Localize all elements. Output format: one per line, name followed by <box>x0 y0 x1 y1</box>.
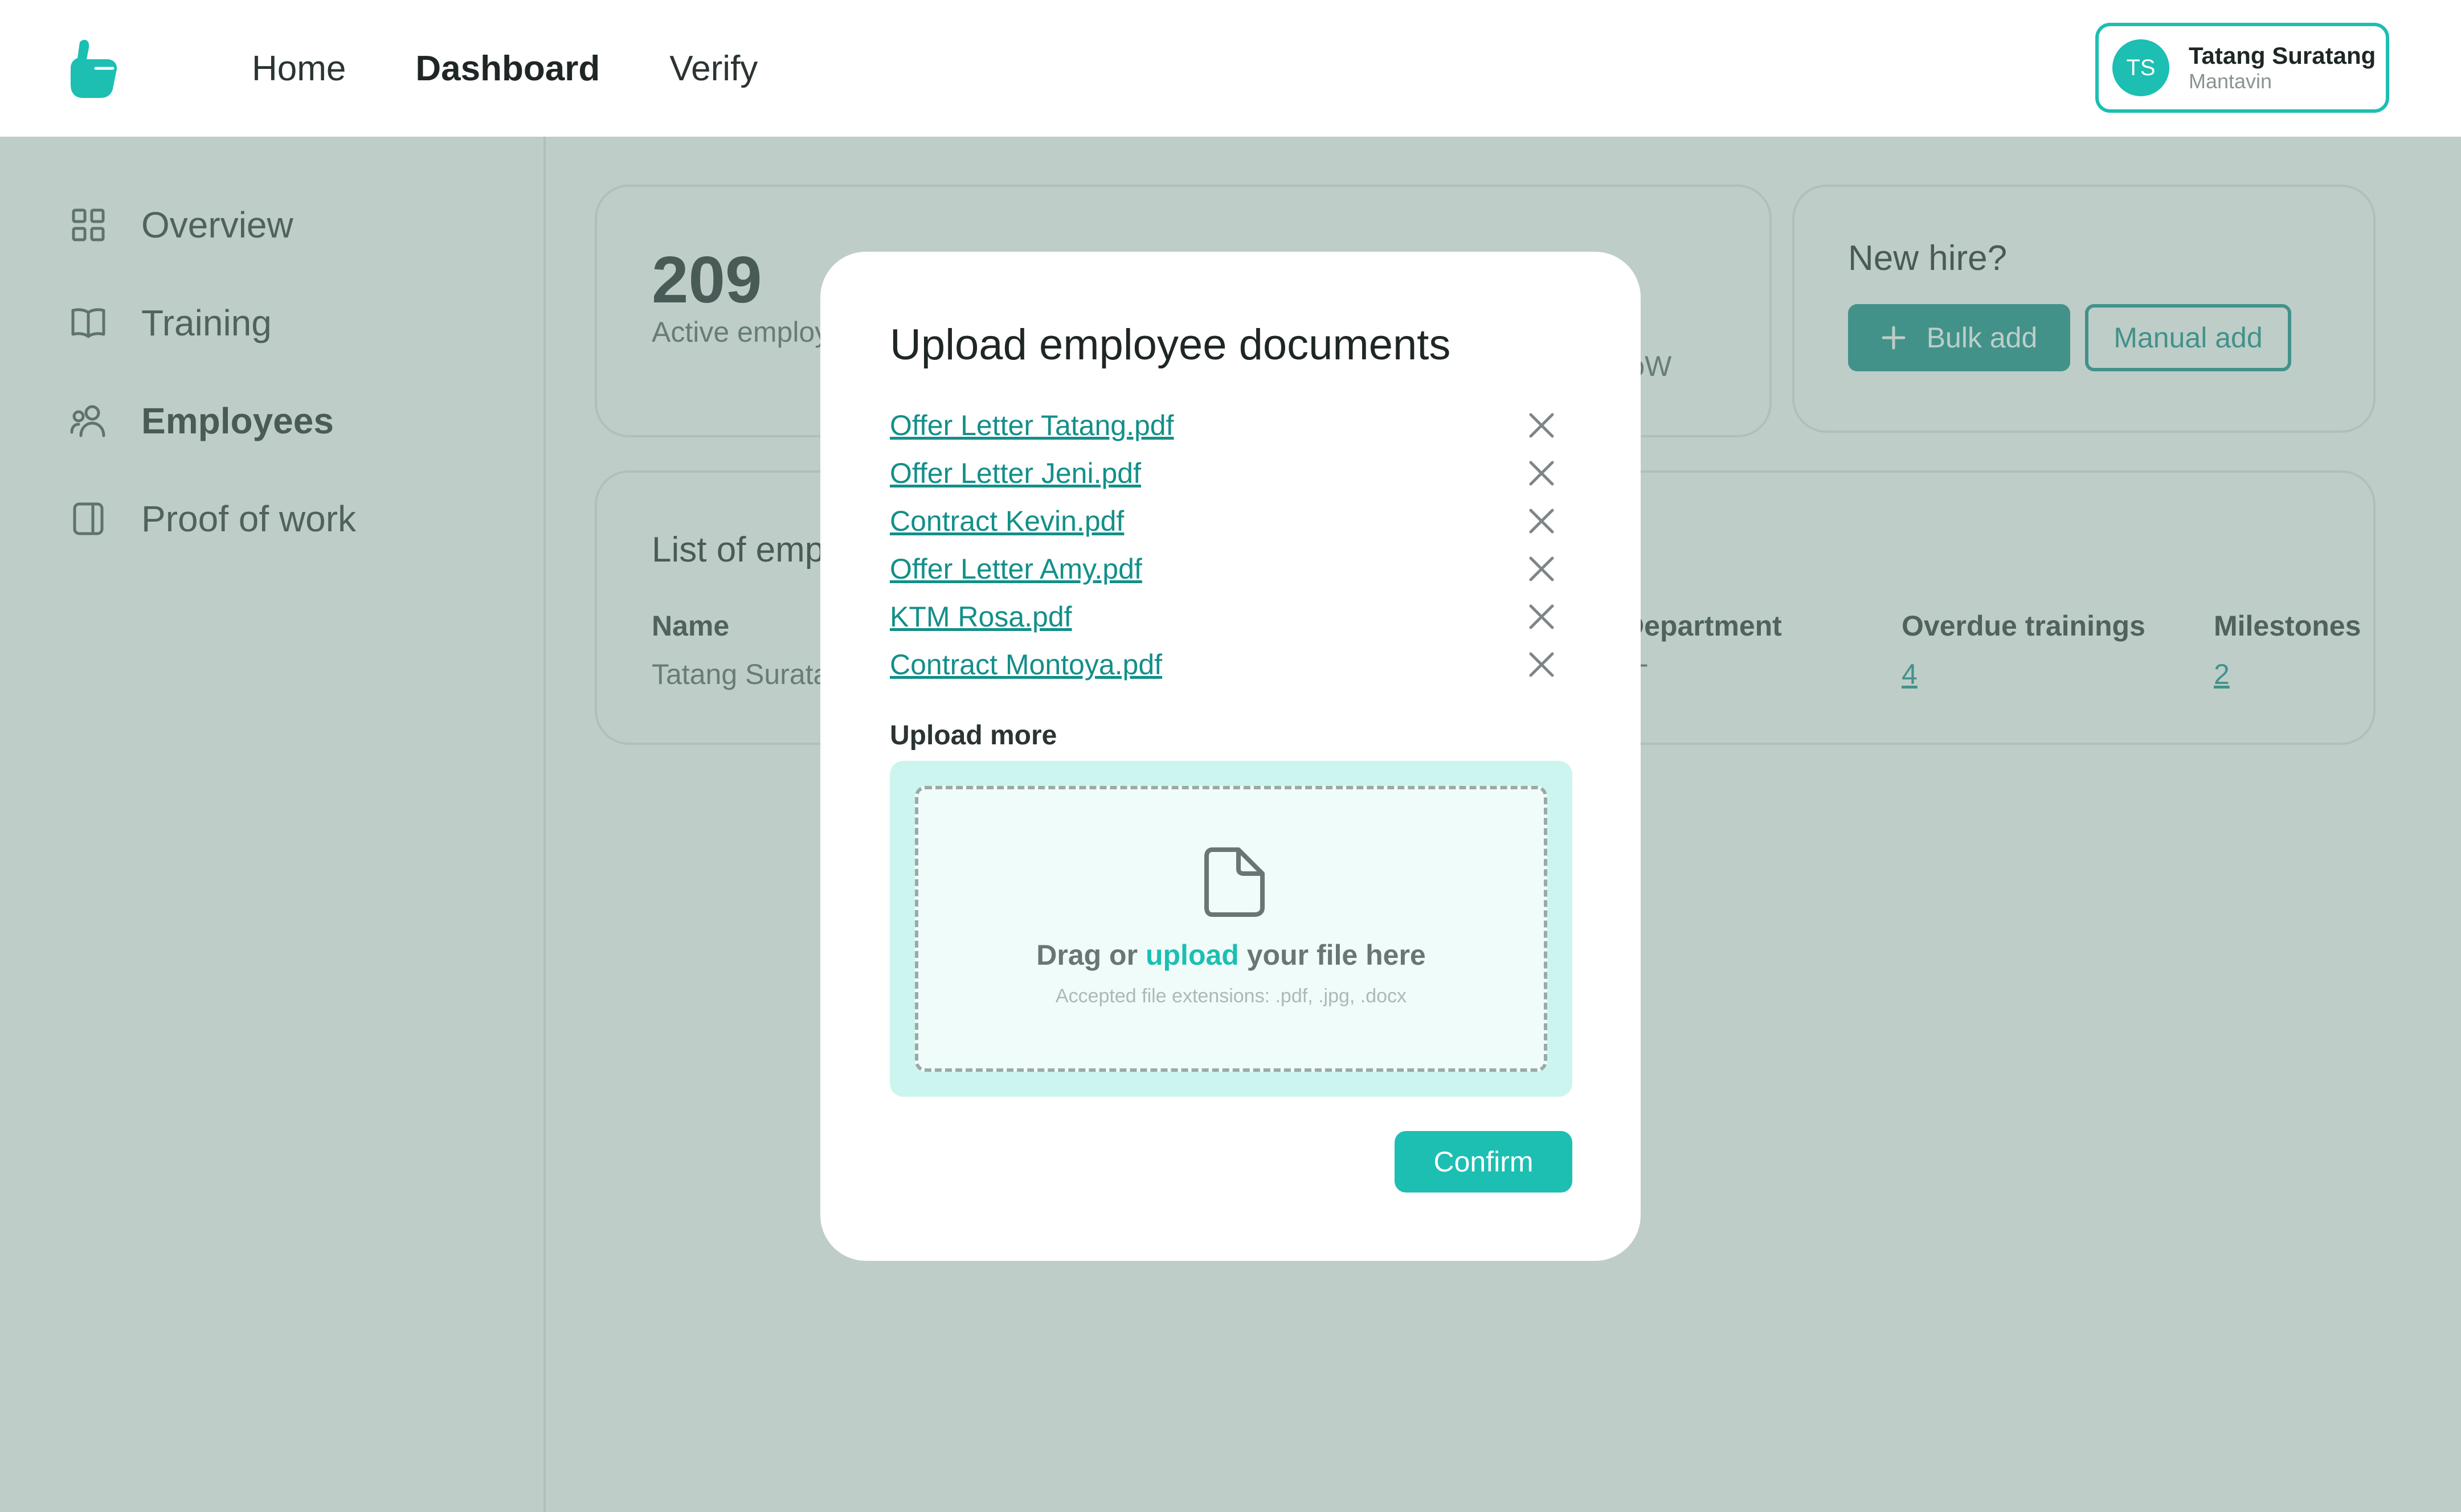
modal-title: Upload employee documents <box>890 321 1451 369</box>
close-icon[interactable] <box>1526 553 1557 585</box>
dropzone-text-after: your file here <box>1246 939 1426 971</box>
close-icon[interactable] <box>1526 505 1557 537</box>
file-icon <box>1204 847 1265 917</box>
file-link[interactable]: Contract Kevin.pdf <box>890 505 1124 538</box>
nav-home[interactable]: Home <box>252 48 346 89</box>
close-icon[interactable] <box>1526 457 1557 489</box>
user-menu[interactable]: TS Tatang Suratang Mantavin <box>2095 23 2389 113</box>
dropzone-text: Drag or upload your file here <box>918 939 1544 972</box>
file-item: Offer Letter Jeni.pdf <box>890 453 1557 493</box>
file-dropzone[interactable]: Drag or upload your file here Accepted f… <box>915 786 1547 1072</box>
user-name: Tatang Suratang <box>2189 42 2376 69</box>
file-link[interactable]: Offer Letter Tatang.pdf <box>890 409 1174 442</box>
upload-documents-modal: Upload employee documents Offer Letter T… <box>820 252 1641 1261</box>
file-item: Contract Montoya.pdf <box>890 645 1557 685</box>
confirm-button[interactable]: Confirm <box>1395 1131 1572 1193</box>
close-icon[interactable] <box>1526 649 1557 681</box>
file-item: Offer Letter Amy.pdf <box>890 549 1557 589</box>
close-icon[interactable] <box>1526 601 1557 633</box>
dropzone-container: Drag or upload your file here Accepted f… <box>890 761 1572 1097</box>
nav-verify[interactable]: Verify <box>669 48 758 89</box>
file-item: Offer Letter Tatang.pdf <box>890 405 1557 445</box>
file-item: Contract Kevin.pdf <box>890 501 1557 541</box>
file-link[interactable]: KTM Rosa.pdf <box>890 600 1072 633</box>
main-nav: Home Dashboard Verify <box>252 0 758 137</box>
avatar: TS <box>2112 39 2169 96</box>
upload-link[interactable]: upload <box>1146 939 1239 971</box>
file-link[interactable]: Offer Letter Jeni.pdf <box>890 457 1141 490</box>
dropzone-text-before: Drag or <box>1036 939 1138 971</box>
upload-more-label: Upload more <box>890 720 1057 751</box>
thumbs-up-logo-icon[interactable] <box>67 36 120 99</box>
close-icon[interactable] <box>1526 409 1557 441</box>
file-link[interactable]: Offer Letter Amy.pdf <box>890 552 1142 585</box>
top-header: Home Dashboard Verify TS Tatang Suratang… <box>0 0 2461 137</box>
file-link[interactable]: Contract Montoya.pdf <box>890 648 1162 681</box>
file-item: KTM Rosa.pdf <box>890 597 1557 637</box>
accepted-extensions-hint: Accepted file extensions: .pdf, .jpg, .d… <box>1055 985 1407 1007</box>
user-org: Mantavin <box>2189 69 2272 93</box>
nav-dashboard[interactable]: Dashboard <box>415 48 600 89</box>
